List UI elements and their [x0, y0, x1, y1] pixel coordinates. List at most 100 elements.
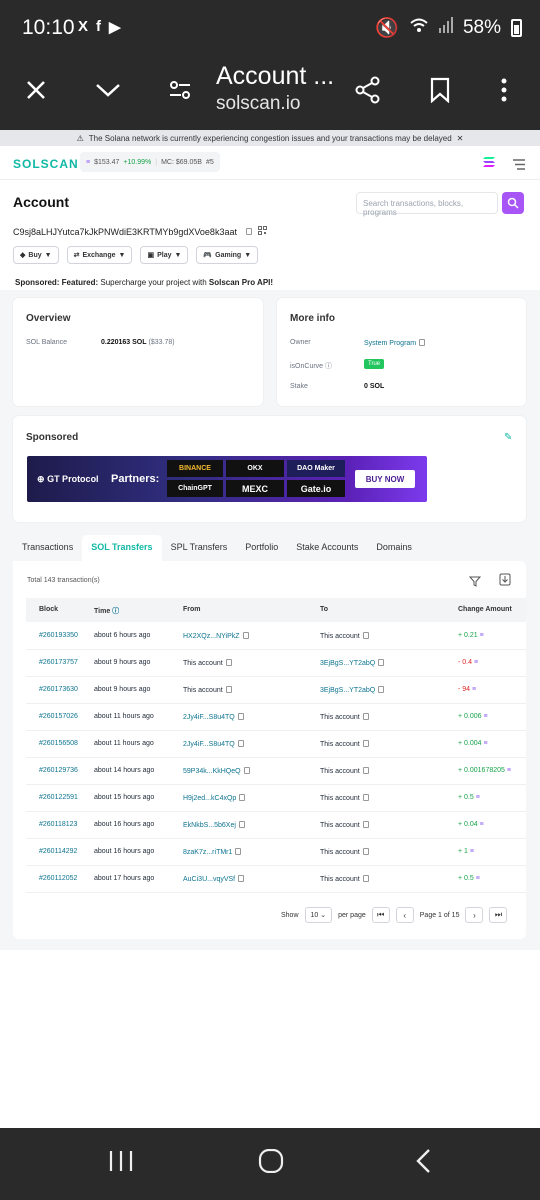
sponsored-title: Sponsored [26, 432, 79, 443]
tab-domains[interactable]: Domains [367, 535, 421, 561]
copy-icon[interactable] [362, 740, 369, 747]
next-page-button[interactable]: › [465, 907, 484, 923]
download-icon[interactable] [499, 573, 511, 591]
copy-icon[interactable] [238, 821, 245, 828]
buy-icon: ◆ [20, 252, 26, 259]
last-page-button[interactable]: ⏭ [489, 907, 508, 923]
copy-icon[interactable] [362, 875, 369, 882]
to-address[interactable]: 3EjBgS...YT2abQ [320, 660, 375, 667]
tab-stake-accounts[interactable]: Stake Accounts [287, 535, 367, 561]
tab-sol-transfers[interactable]: SOL Transfers [82, 535, 162, 561]
more-options-icon[interactable] [482, 68, 526, 112]
copy-icon[interactable] [362, 848, 369, 855]
block-link[interactable]: #260157026 [39, 713, 78, 720]
to-address: This account [320, 822, 360, 829]
copy-icon[interactable] [243, 767, 250, 774]
table-header: Block Time ⓘ From To Change Amount [26, 598, 526, 622]
chevron-down-icon[interactable] [86, 68, 130, 112]
time-value: about 17 hours ago [94, 875, 155, 882]
from-address[interactable]: 2Jy4iF...S8u4TQ [183, 741, 235, 748]
change-amount: + 0.5 ≡ [458, 875, 480, 882]
buy-button[interactable]: ◆ Buy ▼ [13, 246, 59, 264]
first-page-button[interactable]: ⏮ [371, 907, 390, 923]
from-address[interactable]: 8zaK7z...riTMr1 [183, 849, 232, 856]
sol-balance-value: 0.220163 SOL ($33.78) [101, 339, 175, 346]
tab-transactions[interactable]: Transactions [13, 535, 82, 561]
block-link[interactable]: #260118123 [39, 821, 77, 828]
block-link[interactable]: #260173630 [39, 686, 78, 693]
block-link[interactable]: #260156508 [39, 740, 78, 747]
sol-balance-label: SOL Balance [26, 339, 67, 346]
from-address[interactable]: HX2XQz...NYiPkZ [183, 633, 240, 640]
owner-link[interactable]: System Program [364, 340, 416, 347]
close-icon[interactable] [14, 68, 58, 112]
from-address[interactable]: 2Jy4iF...S8u4TQ [183, 714, 235, 721]
back-icon[interactable] [414, 1148, 434, 1181]
qr-code-icon[interactable] [257, 226, 267, 237]
owner-label: Owner [290, 339, 311, 346]
column-time[interactable]: Time ⓘ [94, 606, 119, 616]
filter-icon[interactable] [468, 574, 482, 592]
copy-icon[interactable] [362, 632, 369, 639]
recent-apps-icon[interactable] [108, 1148, 134, 1180]
close-banner-icon[interactable]: ✕ [457, 134, 464, 143]
chevron-down-icon: ▼ [44, 251, 52, 259]
tab-spl-transfers[interactable]: SPL Transfers [162, 535, 237, 561]
per-page-label: per page [338, 911, 366, 919]
block-link[interactable]: #260114292 [39, 848, 77, 855]
copy-icon[interactable] [237, 740, 244, 747]
from-address[interactable]: 59P34k...KkHQeQ [183, 768, 241, 775]
copy-icon[interactable] [225, 686, 232, 693]
copy-icon[interactable] [239, 794, 246, 801]
copy-icon[interactable] [238, 875, 245, 882]
search-button[interactable] [502, 192, 524, 214]
copy-icon[interactable] [362, 821, 369, 828]
sponsored-ad-banner[interactable]: ⊕ GT Protocol Partners: BINANCE OKX DAO … [27, 456, 427, 502]
block-link[interactable]: #260112052 [39, 875, 77, 882]
copy-icon[interactable] [225, 659, 232, 666]
block-link[interactable]: #260193350 [39, 632, 78, 639]
copy-icon[interactable] [378, 686, 385, 693]
copy-icon[interactable] [419, 339, 426, 346]
menu-icon[interactable] [512, 157, 526, 175]
block-link[interactable]: #260122591 [39, 794, 78, 801]
edit-icon[interactable]: ✎ [504, 432, 512, 443]
from-address: This account [183, 687, 223, 694]
share-icon[interactable] [346, 68, 390, 112]
table-row: #260193350 about 6 hours ago HX2XQz...NYiP… [26, 623, 526, 650]
copy-icon[interactable] [362, 794, 369, 801]
block-link[interactable]: #260129736 [39, 767, 78, 774]
search-input[interactable]: Search transactions, blocks, programs [356, 192, 498, 217]
clock-icon: ⓘ [112, 608, 120, 615]
per-page-select[interactable]: 10 ⌄ [304, 907, 333, 923]
stake-value: 0 SOL [364, 383, 385, 390]
exchange-button[interactable]: ⇄ Exchange ▼ [66, 246, 133, 264]
tab-portfolio[interactable]: Portfolio [236, 535, 287, 561]
to-cell: This account [320, 794, 369, 802]
copy-icon[interactable] [242, 632, 249, 639]
solana-icon: ≡ [483, 713, 488, 720]
block-link[interactable]: #260173757 [39, 659, 78, 666]
from-address[interactable]: AuCi3U...vqyVSf [183, 876, 235, 883]
solscan-logo[interactable]: SOLSCAN [13, 157, 79, 171]
solana-network-icon[interactable] [482, 156, 496, 174]
ad-brand: ⊕ GT Protocol [37, 474, 99, 484]
copy-icon[interactable] [237, 713, 244, 720]
copy-icon[interactable] [362, 767, 369, 774]
to-address[interactable]: 3EjBgS...YT2abQ [320, 687, 375, 694]
previous-page-button[interactable]: ‹ [395, 907, 414, 923]
copy-icon[interactable] [235, 848, 242, 855]
bookmark-icon[interactable] [418, 68, 462, 112]
gamepad-icon: 🎮 [203, 252, 213, 259]
gaming-button[interactable]: 🎮 Gaming ▼ [196, 246, 259, 264]
ad-buy-now-button[interactable]: BUY NOW [355, 470, 415, 488]
solscan-pro-link[interactable]: Solscan Pro API! [209, 278, 273, 287]
site-settings-icon[interactable] [158, 68, 202, 112]
copy-icon[interactable] [245, 228, 252, 235]
from-address[interactable]: H9j2ed...kC4xQp [183, 795, 236, 802]
from-address[interactable]: EkNkbS...5b6Xej [183, 822, 236, 829]
copy-icon[interactable] [378, 659, 385, 666]
play-button[interactable]: ▣ Play ▼ [140, 246, 189, 264]
copy-icon[interactable] [362, 713, 369, 720]
home-icon[interactable] [258, 1148, 284, 1180]
